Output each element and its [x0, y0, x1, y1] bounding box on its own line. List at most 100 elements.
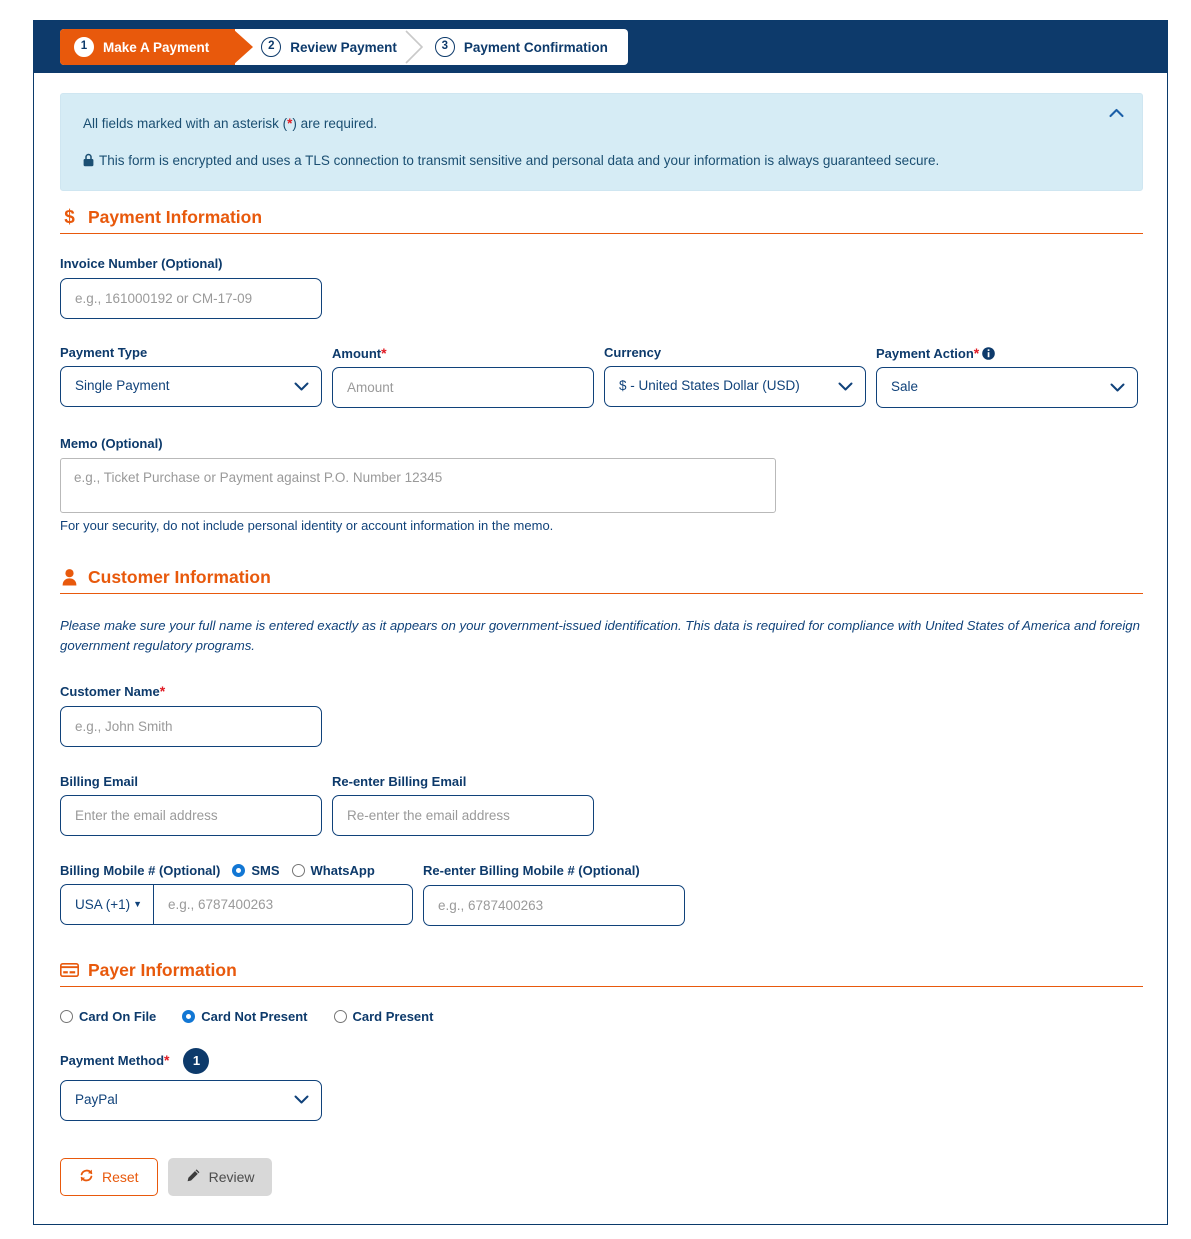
- payment-action-label: Payment Action*: [876, 345, 1138, 362]
- step-make-a-payment[interactable]: 1 Make A Payment: [60, 29, 254, 65]
- payment-form-page: 1 Make A Payment 2 Review Payment 3 Paym…: [0, 0, 1191, 1239]
- banner-collapse-button[interactable]: [1104, 102, 1128, 126]
- amount-input[interactable]: [332, 367, 594, 409]
- radio-whatsapp-dot: [291, 864, 305, 878]
- section-header-payer-information: Payer Information: [60, 960, 1143, 987]
- payment-method-label: Payment Method*: [60, 1052, 169, 1069]
- amount-label-text: Amount: [332, 345, 382, 361]
- info-circle-icon[interactable]: [982, 346, 996, 360]
- radio-card-present-dot: [333, 1009, 347, 1023]
- payment-method-step-badge: 1: [183, 1047, 210, 1074]
- currency-label: Currency: [604, 344, 662, 360]
- caret-down-icon: ▼: [133, 899, 143, 910]
- radio-sms[interactable]: SMS: [232, 863, 280, 879]
- stepper-header: 1 Make A Payment 2 Review Payment 3 Paym…: [34, 21, 1167, 73]
- radio-card-present-label: Card Present: [352, 1008, 434, 1024]
- payment-type-select[interactable]: Single Payment: [60, 366, 322, 408]
- radio-whatsapp-label: WhatsApp: [310, 863, 375, 879]
- billing-mobile-group: Billing Mobile # (Optional) SMS WhatsApp…: [60, 863, 413, 926]
- step-number-2: 2: [261, 37, 282, 57]
- billing-email-input[interactable]: [60, 795, 322, 837]
- form-frame: 1 Make A Payment 2 Review Payment 3 Paym…: [33, 20, 1168, 1225]
- payment-action-select[interactable]: Sale: [876, 367, 1138, 409]
- section-title-payment-information: Payment Information: [88, 207, 263, 227]
- radio-whatsapp[interactable]: WhatsApp: [291, 863, 375, 879]
- payment-action-required-asterisk: *: [973, 344, 980, 361]
- user-icon: [60, 568, 79, 587]
- invoice-number-input[interactable]: [60, 277, 322, 319]
- invoice-number-group: Invoice Number (Optional): [60, 256, 322, 319]
- lock-icon: [83, 153, 94, 173]
- memo-textarea[interactable]: [60, 457, 776, 513]
- form-body: $ Payment Information Invoice Number (Op…: [60, 207, 1143, 1196]
- payment-method-select[interactable]: PayPal: [60, 1079, 322, 1121]
- payment-action-group: Payment Action* Sale: [876, 345, 1138, 409]
- payment-details-row: Payment Type Single Payment Amount* Curr…: [60, 345, 1143, 409]
- pencil-icon: [186, 1168, 201, 1186]
- memo-security-note: For your security, do not include person…: [60, 517, 554, 533]
- reset-button-label: Reset: [102, 1168, 139, 1185]
- radio-card-not-present-label: Card Not Present: [201, 1008, 308, 1024]
- memo-label: Memo (Optional): [60, 436, 163, 452]
- memo-group: Memo (Optional) For your security, do no…: [60, 436, 1143, 533]
- country-code-value: USA (+1): [75, 897, 131, 913]
- billing-mobile-row: Billing Mobile # (Optional) SMS WhatsApp…: [60, 863, 1143, 926]
- payment-type-value: Single Payment: [60, 366, 322, 408]
- dollar-icon: $: [64, 207, 75, 228]
- banner-secure-line: This form is encrypted and uses a TLS co…: [83, 151, 1120, 173]
- customer-name-label: Customer Name*: [60, 683, 322, 700]
- refresh-icon: [79, 1168, 94, 1186]
- payment-method-required-asterisk: *: [164, 1052, 170, 1069]
- radio-card-on-file[interactable]: Card On File: [60, 1009, 156, 1024]
- payment-method-group: Payment Method* 1 PayPal: [60, 1047, 322, 1121]
- chevron-up-icon: [1108, 105, 1124, 123]
- credit-card-icon: [60, 961, 79, 980]
- banner-required-text-after: ) are required.: [292, 116, 378, 131]
- radio-card-on-file-label: Card On File: [79, 1008, 157, 1024]
- info-banner: All fields marked with an asterisk (*) a…: [60, 93, 1143, 192]
- step-arrow-2-icon: [404, 29, 424, 65]
- step-label-3: Payment Confirmation: [463, 39, 608, 55]
- payment-type-label: Payment Type: [60, 344, 148, 360]
- payment-type-group: Payment Type Single Payment: [60, 345, 322, 409]
- reenter-billing-email-label: Re-enter Billing Email: [332, 773, 467, 789]
- customer-name-input[interactable]: [60, 705, 322, 747]
- billing-email-label: Billing Email: [60, 773, 139, 789]
- form-actions: Reset Review: [60, 1157, 1143, 1196]
- customer-name-label-text: Customer Name: [60, 683, 160, 699]
- radio-card-present[interactable]: Card Present: [333, 1008, 434, 1024]
- banner-required-text-before: All fields marked with an asterisk (: [83, 116, 288, 131]
- country-code-select[interactable]: USA (+1) ▼: [60, 884, 153, 926]
- reset-button[interactable]: Reset: [60, 1157, 158, 1196]
- customer-name-group: Customer Name*: [60, 683, 322, 747]
- radio-card-not-present-dot: [182, 1009, 196, 1023]
- amount-required-asterisk: *: [381, 344, 387, 361]
- radio-sms-label: SMS: [251, 863, 280, 879]
- reenter-billing-mobile-input[interactable]: [423, 884, 685, 926]
- section-header-payment-information: $ Payment Information: [60, 207, 1143, 234]
- compliance-note: Please make sure your full name is enter…: [60, 617, 1140, 654]
- step-number-1: 1: [74, 37, 94, 57]
- payment-action-value: Sale: [876, 367, 1138, 409]
- radio-card-not-present[interactable]: Card Not Present: [182, 1008, 308, 1024]
- invoice-number-label: Invoice Number (Optional): [60, 256, 223, 271]
- step-label-1: Make A Payment: [103, 39, 210, 55]
- reenter-billing-mobile-group: Re-enter Billing Mobile # (Optional): [423, 863, 685, 926]
- step-review-payment[interactable]: 2 Review Payment: [235, 29, 423, 65]
- payment-action-label-text: Payment Action: [876, 345, 974, 361]
- reenter-billing-email-input[interactable]: [332, 795, 594, 837]
- amount-label: Amount*: [332, 345, 594, 362]
- payment-method-label-line: Payment Method* 1: [60, 1047, 322, 1074]
- step-payment-confirmation[interactable]: 3 Payment Confirmation: [422, 29, 622, 65]
- review-button-label: Review: [208, 1168, 255, 1185]
- section-title-payer-information: Payer Information: [88, 959, 237, 980]
- radio-sms-dot: [232, 864, 246, 878]
- currency-group: Currency $ - United States Dollar (USD): [604, 345, 866, 409]
- review-button[interactable]: Review: [167, 1157, 273, 1196]
- card-presence-radio-group: Card On File Card Not Present Card Prese…: [60, 1009, 1143, 1024]
- billing-mobile-input[interactable]: [153, 884, 413, 926]
- amount-group: Amount*: [332, 345, 594, 409]
- currency-select[interactable]: $ - United States Dollar (USD): [604, 366, 866, 408]
